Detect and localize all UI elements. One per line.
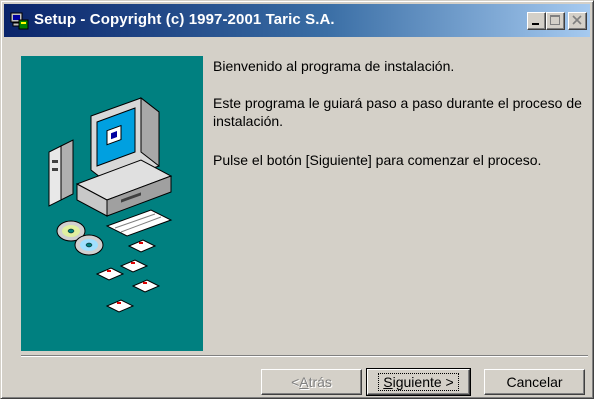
next-button-accel: S (383, 374, 393, 390)
next-button-focus: Siguiente > (378, 373, 459, 391)
back-button-prefix: < (291, 374, 300, 390)
computer-with-discs-illustration (21, 56, 203, 351)
maximize-button[interactable] (546, 12, 565, 30)
back-button-label: trás (308, 374, 332, 390)
illustration-art (48, 96, 173, 313)
cancel-button[interactable]: Cancelar (484, 369, 585, 395)
close-icon (572, 15, 582, 25)
welcome-message: Bienvenido al programa de instalación. (213, 58, 455, 74)
maximize-icon (550, 15, 560, 25)
next-button-label: iguiente > (392, 374, 454, 390)
minimize-icon (532, 23, 539, 25)
minimize-button[interactable] (527, 12, 546, 30)
cancel-button-label: Cancelar (506, 374, 563, 390)
description-message: Este programa le guiará paso a paso dura… (213, 95, 582, 129)
close-button[interactable] (568, 12, 587, 30)
back-button-accel: A (299, 374, 309, 390)
back-button[interactable]: < Atrás (261, 369, 362, 395)
separator-line (21, 355, 588, 357)
next-button[interactable]: Siguiente > (366, 368, 471, 396)
title-bar[interactable]: Setup - Copyright (c) 1997-2001 Taric S.… (4, 4, 590, 37)
setup-icon (10, 12, 29, 30)
instruction-message: Pulse el botón [Siguiente] para comenzar… (213, 152, 542, 168)
window-title: Setup - Copyright (c) 1997-2001 Taric S.… (34, 11, 335, 28)
setup-window: Setup - Copyright (c) 1997-2001 Taric S.… (0, 0, 594, 399)
